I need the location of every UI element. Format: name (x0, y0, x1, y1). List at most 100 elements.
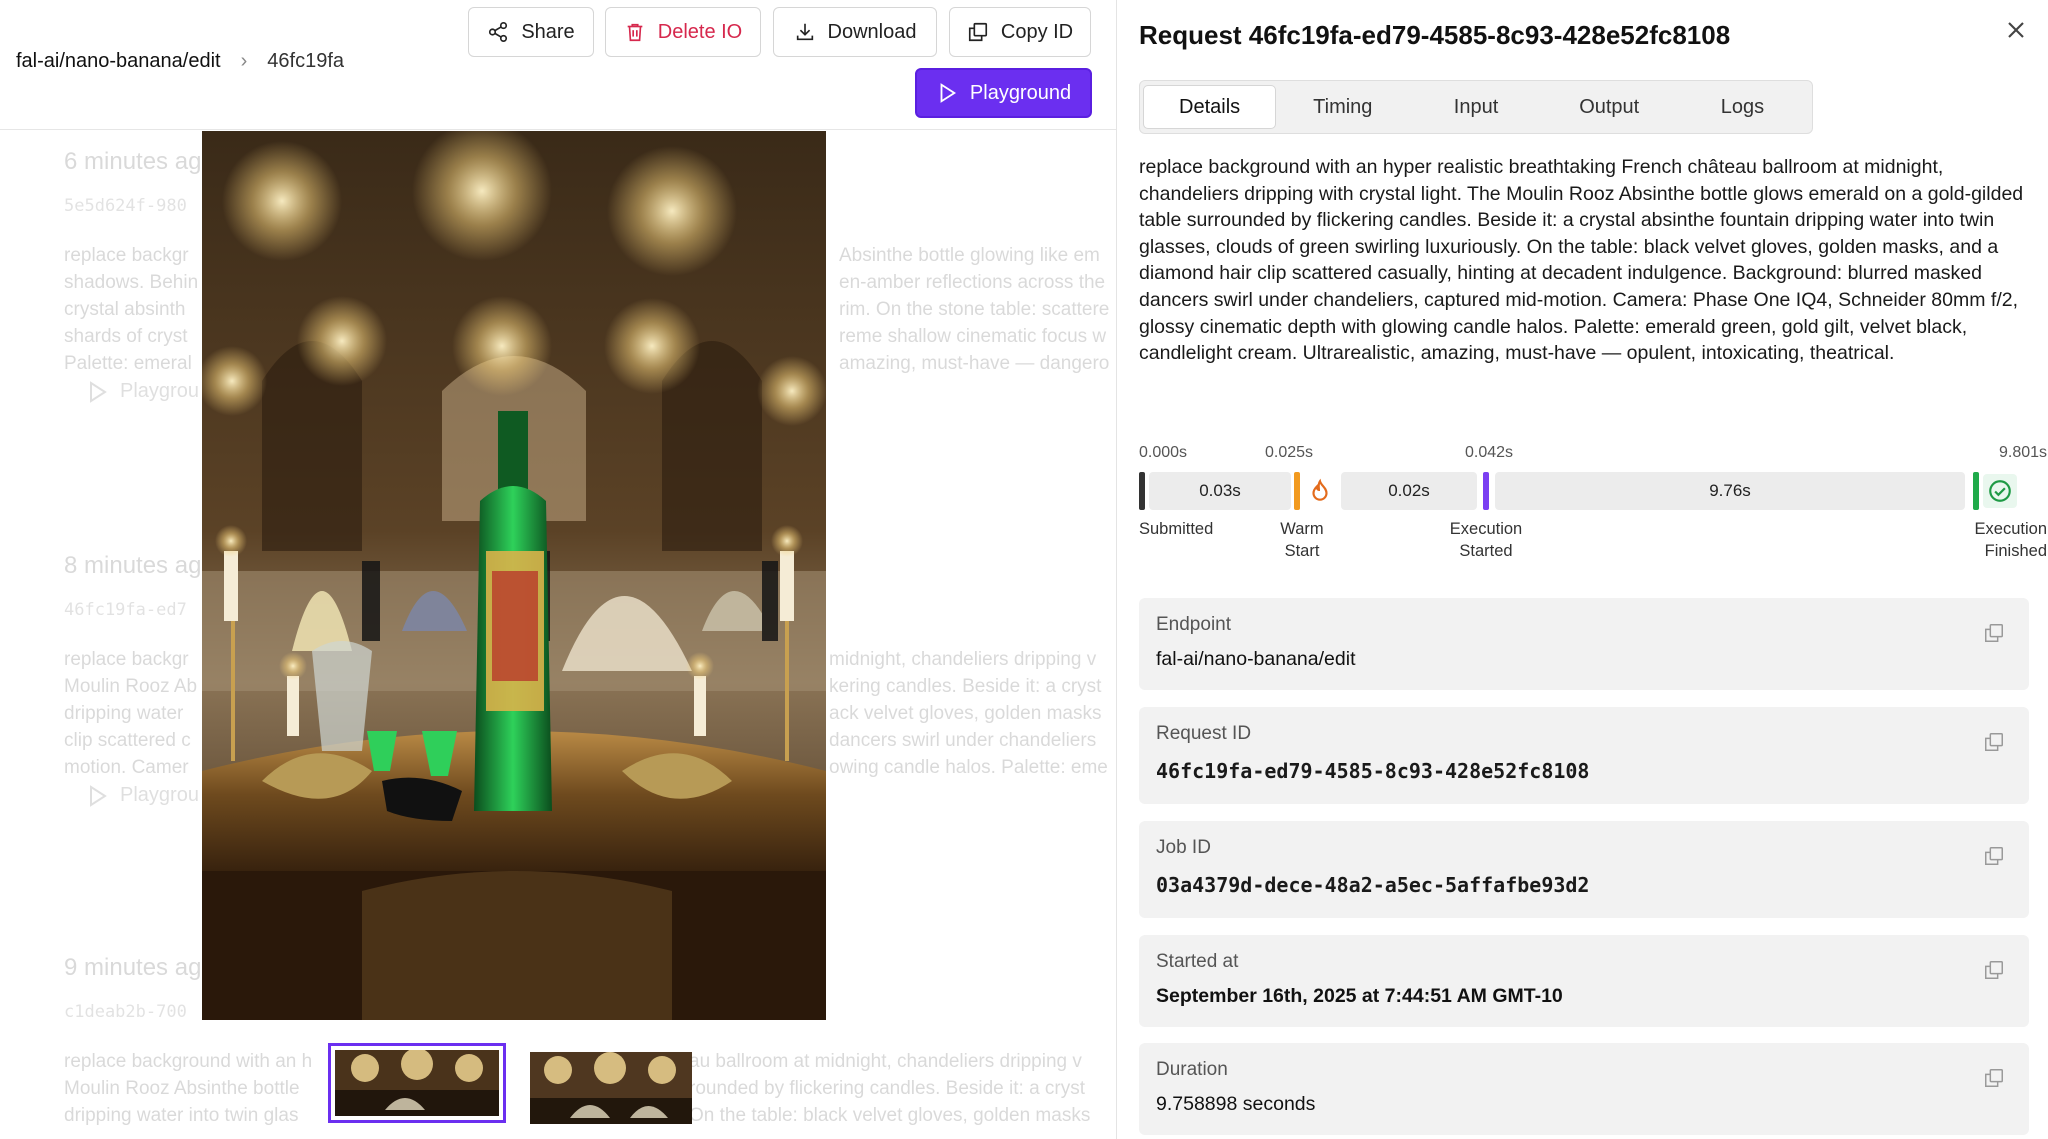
duration-card: Duration 9.758898 seconds (1139, 1043, 2029, 1135)
execution-finished-marker (1973, 472, 1979, 510)
download-button[interactable]: Download (773, 7, 937, 57)
started-at-value: September 16th, 2025 at 7:44:51 AM GMT-1… (1156, 985, 1563, 1007)
prompt-line: ack velvet gloves, golden masks (829, 703, 1102, 724)
card-label: Endpoint (1156, 614, 1232, 635)
timing-segment: 0.02s (1341, 472, 1477, 510)
play-icon (90, 784, 107, 807)
stage-line: Execution (1449, 520, 1523, 538)
tab-details[interactable]: Details (1143, 85, 1277, 129)
download-icon (796, 23, 813, 41)
stage-submitted: Submitted (1139, 520, 1214, 538)
prompt-line: rounded by flickering candles. Beside it… (689, 1078, 1086, 1099)
prompt-line: replace backgr (64, 245, 189, 266)
copy-icon[interactable] (1983, 622, 2005, 644)
prompt-line: shards of cryst (64, 326, 188, 347)
entry-playground-label: Playgrou (120, 380, 199, 402)
breadcrumb: fal-ai/nano-banana/edit › 46fc19fa (16, 50, 344, 73)
submitted-marker (1139, 472, 1145, 510)
card-label: Duration (1156, 1059, 1228, 1080)
timing-segment: 0.03s (1149, 472, 1291, 510)
playground-button[interactable]: Playground (915, 68, 1092, 118)
execution-started-marker (1483, 472, 1489, 510)
duration-value: 9.758898 seconds (1156, 1093, 1316, 1115)
timing-segment: 9.76s (1495, 472, 1965, 510)
request-id-value: 46fc19fa-ed79-4585-8c93-428e52fc8108 (1156, 759, 1590, 783)
card-label: Started at (1156, 951, 1239, 972)
delete-io-button[interactable]: Delete IO (605, 7, 761, 57)
tab-timing[interactable]: Timing (1276, 85, 1409, 129)
prompt-text: replace background with an hyper realist… (1139, 156, 2024, 365)
started-at-card: Started at September 16th, 2025 at 7:44:… (1139, 935, 2029, 1027)
copy-icon (968, 22, 987, 42)
stage-warm-start: Warm Start (1277, 518, 1327, 562)
tab-input[interactable]: Input (1409, 85, 1542, 129)
check-circle-icon (1983, 474, 2017, 508)
prompt-line: Moulin Rooz Absinthe bottle (64, 1078, 300, 1099)
warm-start-marker (1294, 472, 1300, 510)
tab-output[interactable]: Output (1543, 85, 1676, 129)
stage-execution-started: Execution Started (1441, 518, 1531, 562)
entry-playground-label: Playgrou (120, 784, 199, 806)
copy-id-button[interactable]: Copy ID (949, 7, 1091, 57)
prompt-line: motion. Camer (64, 757, 189, 778)
header-bar: fal-ai/nano-banana/edit › 46fc19fa Share… (0, 0, 1116, 130)
stage-line: Execution (1974, 520, 2047, 538)
prompt-line: Moulin Rooz Ab (64, 676, 198, 697)
job-id-card: Job ID 03a4379d-dece-48a2-a5ec-5affafbe9… (1139, 821, 2029, 918)
thumbnail-2[interactable] (530, 1052, 692, 1124)
copy-icon[interactable] (1983, 1067, 2005, 1089)
stage-line: Start (1284, 542, 1320, 560)
prompt-line: On the table: black velvet gloves, golde… (689, 1105, 1091, 1126)
share-icon (489, 22, 508, 42)
breadcrumb-app[interactable]: fal-ai/nano-banana/edit (16, 50, 221, 73)
prompt-line: au ballroom at midnight, chandeliers dri… (689, 1051, 1082, 1072)
prompt-line: clip scattered c (64, 730, 191, 751)
request-list-area: 6 minutes ago 5e5d624f-980 replace backg… (0, 0, 1116, 1139)
job-id-value: 03a4379d-dece-48a2-a5ec-5affafbe93d2 (1156, 873, 1590, 897)
download-label: Download (827, 20, 917, 43)
trash-icon (627, 23, 643, 42)
endpoint-value: fal-ai/nano-banana/edit (1156, 648, 1356, 670)
prompt-line: rim. On the stone table: scattere (839, 299, 1110, 320)
prompt-line: reme shallow cinematic focus w (839, 326, 1107, 347)
prompt-line: Palette: emeral (64, 353, 192, 374)
playground-label: Playground (969, 81, 1072, 104)
breadcrumb-current: 46fc19fa (267, 50, 345, 72)
timing-timeline: 0.000s 0.025s 0.042s 9.801s 0.03s 0.02s … (1139, 440, 2048, 570)
prompt-line: owing candle halos. Palette: eme (829, 757, 1108, 778)
copy-icon[interactable] (1983, 731, 2005, 753)
timing-tick: 0.042s (1465, 444, 1514, 461)
copy-icon[interactable] (1983, 845, 2005, 867)
prompt-line: replace backgr (64, 649, 189, 670)
prompt-line: dripping water into twin glas (64, 1105, 299, 1126)
output-image-preview[interactable] (202, 131, 826, 1020)
prompt-line: replace background with an h (64, 1051, 313, 1072)
prompt-line: kering candles. Beside it: a cryst (829, 676, 1102, 697)
stage-execution-finished: Execution Finished (1937, 518, 2047, 562)
fire-icon (1303, 474, 1337, 508)
delete-io-label: Delete IO (657, 20, 743, 43)
close-icon[interactable] (2002, 16, 2030, 44)
thumbnail-image (335, 1048, 499, 1116)
prompt-line: midnight, chandeliers dripping v (829, 649, 1097, 670)
tab-logs[interactable]: Logs (1676, 85, 1809, 129)
thumbnail-image (530, 1052, 692, 1124)
card-label: Job ID (1156, 837, 1211, 858)
copy-icon[interactable] (1983, 959, 2005, 981)
prompt-line: crystal absinth (64, 299, 186, 320)
share-button[interactable]: Share (468, 7, 594, 57)
thumbnail-1[interactable] (328, 1043, 506, 1123)
stage-line: Finished (1984, 542, 2047, 560)
request-detail-panel: Request 46fc19fa-ed79-4585-8c93-428e52fc… (1116, 0, 2048, 1139)
copy-id-label: Copy ID (1000, 20, 1074, 43)
play-icon (940, 83, 956, 103)
ballroom-image (202, 131, 826, 1020)
stage-line: Started (1459, 542, 1513, 560)
panel-title: Request 46fc19fa-ed79-4585-8c93-428e52fc… (1139, 20, 1731, 50)
prompt-line: en-amber reflections across the (839, 272, 1106, 293)
timing-tick: 9.801s (1999, 444, 2048, 461)
chevron-right-icon: › (240, 50, 248, 72)
endpoint-card: Endpoint fal-ai/nano-banana/edit (1139, 598, 2029, 690)
share-label: Share (521, 20, 575, 43)
detail-tabs: Details Timing Input Output Logs (1139, 80, 1813, 134)
